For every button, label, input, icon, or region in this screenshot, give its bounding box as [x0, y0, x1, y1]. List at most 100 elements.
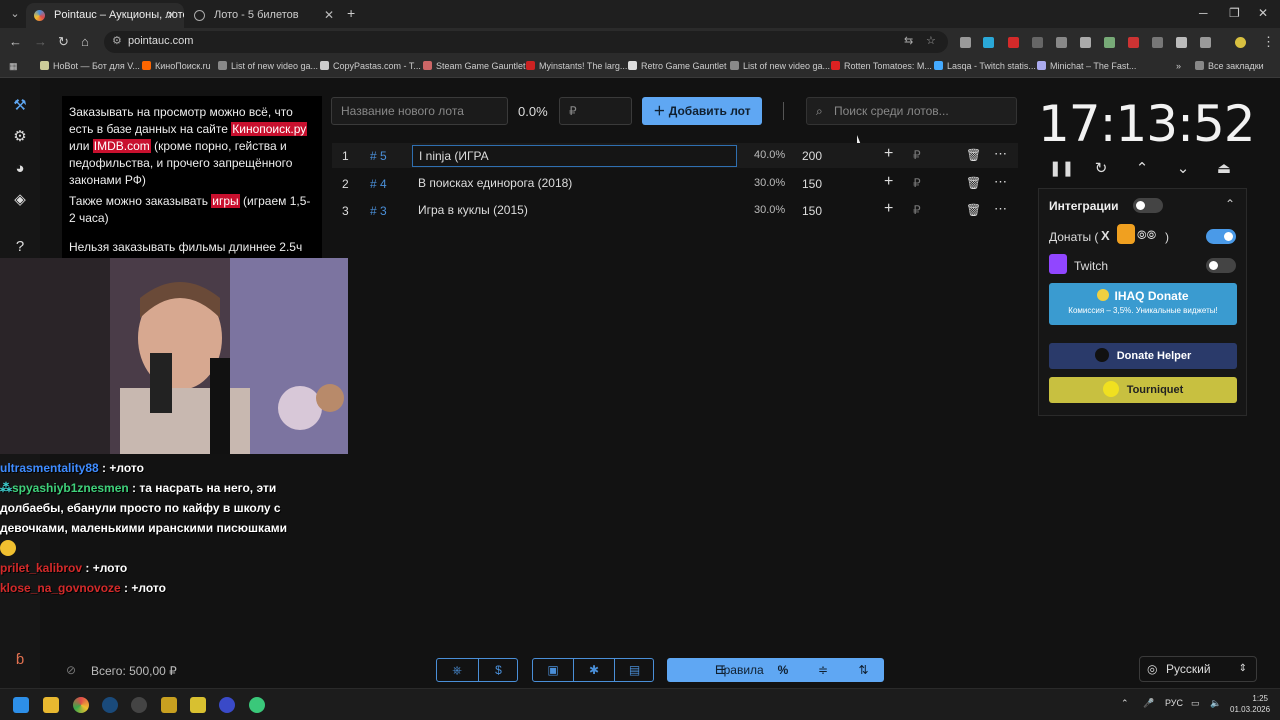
apps-grid-icon[interactable]: ▦ [9, 61, 18, 72]
more-options-icon[interactable]: ⋯ [994, 174, 1007, 190]
bookmark-item[interactable]: Steam Game Gauntlet [423, 61, 526, 71]
new-lot-amount-input[interactable]: ₽ [559, 97, 632, 125]
translate-icon[interactable]: ⇆ [904, 34, 913, 47]
address-bar[interactable]: ⚙ pointauc.com ⇆ ☆ [104, 31, 948, 53]
integrations-toggle[interactable] [1133, 198, 1163, 213]
windows-start-icon[interactable] [13, 697, 29, 713]
layers-icon[interactable]: ◈ [10, 190, 30, 210]
extension-icon[interactable] [1152, 37, 1163, 48]
collapse-chevron-icon[interactable]: ⌃ [1225, 197, 1235, 211]
volume-icon[interactable]: 🔈 [1210, 698, 1221, 709]
tab-loto[interactable]: Лото - 5 билетов ✕ [186, 3, 342, 28]
chevron-right-icon[interactable]: » [1176, 61, 1181, 71]
bookmark-item[interactable]: Myinstants! The larg... [526, 61, 627, 71]
site-info-icon[interactable]: ⚙ [112, 34, 122, 47]
tray-chevron-icon[interactable]: ⌃ [1121, 698, 1129, 709]
bookmark-item[interactable]: КиноПоиск.ru [142, 61, 211, 71]
extension-icon[interactable] [1008, 37, 1019, 48]
bookmark-item[interactable]: List of new video ga... [218, 61, 318, 71]
close-window-button[interactable]: ✕ [1258, 6, 1268, 20]
compress-icon[interactable]: ≑ [803, 658, 843, 682]
bookmark-item[interactable]: Minichat – The Fast... [1037, 61, 1136, 71]
more-options-icon[interactable]: ⋯ [994, 146, 1007, 162]
forward-arrow-icon[interactable]: → [34, 34, 47, 49]
lot-name-input[interactable]: I ninja (ИГРА [412, 145, 737, 167]
bookmark-item[interactable]: HoBot — Бот для V... [40, 61, 140, 71]
lot-row[interactable]: 1 # 5 I ninja (ИГРА 40.0% 200 + ₽ 🗑 ⋯ [332, 143, 1018, 168]
bookmark-item[interactable]: CopyPastas.com - T... [320, 61, 421, 71]
tab-pointauc[interactable]: Pointauc – Аукционы, лотереи ✕ [26, 3, 184, 28]
app-icon[interactable] [161, 697, 177, 713]
reset-icon[interactable]: ↻ [1090, 158, 1112, 180]
app-icon[interactable] [249, 697, 265, 713]
more-options-icon[interactable]: ⋯ [994, 201, 1007, 217]
input-language[interactable]: РУС [1165, 698, 1183, 708]
collapse-up-icon[interactable]: ⏏ [1213, 158, 1235, 180]
reload-icon[interactable]: ↻ [58, 34, 69, 50]
lot-row[interactable]: 2 # 4 В поисках единорога (2018) 30.0% 1… [332, 171, 1018, 196]
file-explorer-icon[interactable] [43, 697, 59, 713]
help-icon[interactable]: ? [10, 237, 30, 257]
add-amount-icon[interactable]: + [884, 200, 893, 218]
clear-list-icon[interactable]: ▤ [614, 659, 654, 681]
auction-hammer-icon[interactable]: ⚒ [10, 96, 30, 116]
lot-row[interactable]: 3 # 3 Игра в куклы (2015) 30.0% 150 + ₽ … [332, 198, 1018, 223]
network-icon[interactable]: ▭ [1191, 698, 1200, 709]
bookmark-item[interactable]: Lasqa - Twitch statis... [934, 61, 1036, 71]
add-amount-icon[interactable]: + [884, 145, 893, 163]
maximize-button[interactable]: ❐ [1229, 6, 1240, 20]
kinopoisk-link[interactable]: Кинопоиск.ру [231, 122, 308, 136]
lot-name-input[interactable]: Игра в куклы (2015) [412, 200, 737, 222]
pause-icon[interactable]: ❚❚ [1049, 158, 1074, 180]
new-lot-name-input[interactable]: Название нового лота [331, 97, 508, 125]
clock[interactable]: 1:25 01.03.2026 [1230, 693, 1270, 715]
twitch-toggle[interactable] [1206, 258, 1236, 273]
obs-icon[interactable] [131, 697, 147, 713]
mic-icon[interactable]: 🎤 [1143, 698, 1154, 709]
lot-amount[interactable]: 150 [802, 204, 822, 218]
chevron-down-icon[interactable]: ⌄ [1172, 158, 1194, 180]
extension-icon[interactable] [983, 37, 994, 48]
extension-icon[interactable] [960, 37, 971, 48]
app-icon[interactable] [190, 697, 206, 713]
github-icon[interactable]: ⎈ [437, 659, 477, 681]
donate-dollar-icon[interactable]: $ [478, 659, 518, 681]
delete-icon[interactable]: 🗑 [966, 176, 981, 190]
save-icon[interactable]: ▣ [533, 659, 573, 681]
imdb-link[interactable]: IMDB.com [92, 139, 151, 153]
extensions-puzzle-icon[interactable] [1200, 37, 1211, 48]
home-icon[interactable]: ⌂ [81, 34, 89, 49]
lot-amount[interactable]: 150 [802, 177, 822, 191]
ihaq-donate-button[interactable]: IHAQ Donate Комиссия – 3,5%. Уникальные … [1049, 283, 1237, 325]
donations-toggle[interactable] [1206, 229, 1236, 244]
bookmark-item[interactable]: List of new video ga... [730, 61, 830, 71]
extension-icon[interactable] [1032, 37, 1043, 48]
tourniquet-button[interactable]: Tourniquet [1049, 377, 1237, 403]
close-tab-icon[interactable]: ✕ [324, 3, 334, 28]
extension-icon[interactable] [1080, 37, 1091, 48]
bookmark-star-icon[interactable]: ☆ [926, 34, 936, 47]
lot-amount[interactable]: 200 [802, 149, 822, 163]
settings-gear-icon[interactable]: ⚙ [10, 127, 30, 147]
extension-icon[interactable] [1176, 37, 1187, 48]
donate-helper-button[interactable]: Donate Helper [1049, 343, 1237, 369]
all-bookmarks[interactable]: Все закладки [1195, 61, 1264, 71]
back-arrow-icon[interactable]: ← [9, 34, 22, 49]
delete-icon[interactable]: 🗑 [966, 148, 981, 162]
chevron-up-icon[interactable]: ⌃ [1131, 158, 1153, 180]
chrome-icon[interactable] [73, 697, 89, 713]
lot-search-input[interactable]: ⌕ Поиск среди лотов... [806, 97, 1017, 125]
delete-icon[interactable]: 🗑 [966, 203, 981, 217]
eye-off-icon[interactable]: ⊘ [66, 663, 76, 677]
close-tab-icon[interactable]: ✕ [166, 3, 176, 28]
bookmark-item[interactable]: Retro Game Gauntlet [628, 61, 727, 71]
language-select[interactable]: ◎ Русский ⇕ [1139, 656, 1257, 682]
wheel-chart-icon[interactable]: ◕ [10, 159, 30, 179]
steam-icon[interactable] [102, 697, 118, 713]
bug-icon[interactable]: ✱ [573, 659, 614, 681]
add-amount-icon[interactable]: + [884, 173, 893, 191]
menu-dots-icon[interactable]: ⋮ [1262, 34, 1275, 50]
add-lot-button[interactable]: ＋ Добавить лот [642, 97, 762, 125]
tab-search-button[interactable]: ⌄ [6, 5, 24, 23]
new-tab-button[interactable]: + [347, 5, 355, 21]
